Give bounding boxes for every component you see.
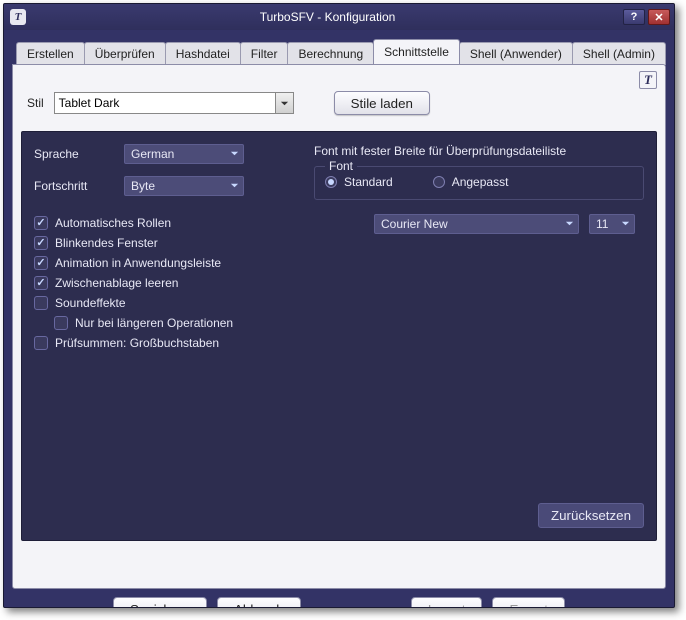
- style-label: Stil: [27, 96, 44, 110]
- help-button[interactable]: ?: [623, 9, 645, 25]
- check-label: Prüfsummen: Großbuchstaben: [55, 336, 219, 350]
- radio-standard[interactable]: Standard: [325, 175, 393, 189]
- font-size-combo[interactable]: 11: [589, 214, 635, 234]
- chevron-down-icon: [230, 179, 239, 193]
- checkbox-icon: [54, 316, 68, 330]
- radio-label: Standard: [344, 175, 393, 189]
- check-label: Zwischenablage leeren: [55, 276, 178, 290]
- check-label: Animation in Anwendungsleiste: [55, 256, 221, 270]
- chevron-down-icon: [275, 93, 293, 113]
- reset-button[interactable]: Zurücksetzen: [538, 503, 644, 528]
- close-button[interactable]: ✕: [648, 9, 670, 25]
- check-auto-scroll[interactable]: Automatisches Rollen: [34, 216, 304, 230]
- tab-panel: T Stil Tablet Dark Stile laden Sprache: [12, 64, 666, 589]
- tabstrip: Erstellen Überprüfen Hashdatei Filter Be…: [12, 38, 666, 64]
- language-label: Sprache: [34, 147, 124, 161]
- progress-label: Fortschritt: [34, 179, 124, 193]
- check-sound-effects[interactable]: Soundeffekte: [34, 296, 304, 310]
- tab-ueberpruefen[interactable]: Überprüfen: [84, 42, 166, 65]
- radio-label: Angepasst: [452, 175, 509, 189]
- export-button[interactable]: Export: [492, 597, 565, 608]
- tab-filter[interactable]: Filter: [240, 42, 289, 65]
- check-uppercase[interactable]: Prüfsummen: Großbuchstaben: [34, 336, 304, 350]
- tab-shell-admin[interactable]: Shell (Admin): [572, 42, 666, 65]
- tab-schnittstelle[interactable]: Schnittstelle: [373, 39, 460, 64]
- window-title: TurboSFV - Konfiguration: [32, 10, 623, 24]
- checkbox-icon: [34, 296, 48, 310]
- style-preview-icon[interactable]: T: [639, 71, 657, 89]
- checkbox-icon: [34, 336, 48, 350]
- checkbox-icon: [34, 216, 48, 230]
- language-combo-value: German: [131, 147, 174, 161]
- tab-hashdatei[interactable]: Hashdatei: [165, 42, 241, 65]
- radio-custom[interactable]: Angepasst: [433, 175, 509, 189]
- style-combo[interactable]: Tablet Dark: [54, 92, 294, 114]
- progress-combo-value: Byte: [131, 179, 155, 193]
- check-blink-window[interactable]: Blinkendes Fenster: [34, 236, 304, 250]
- style-combo-value: Tablet Dark: [59, 96, 120, 110]
- checkbox-icon: [34, 236, 48, 250]
- radio-icon: [325, 176, 337, 188]
- check-taskbar-anim[interactable]: Animation in Anwendungsleiste: [34, 256, 304, 270]
- check-label: Soundeffekte: [55, 296, 126, 310]
- titlebar: T TurboSFV - Konfiguration ? ✕: [4, 4, 674, 30]
- check-label: Blinkendes Fenster: [55, 236, 158, 250]
- check-label: Nur bei längeren Operationen: [75, 316, 233, 330]
- app-icon: T: [10, 9, 26, 25]
- import-button[interactable]: Import: [411, 597, 483, 608]
- font-name-combo[interactable]: Courier New: [374, 214, 579, 234]
- font-section-title: Font mit fester Breite für Überprüfungsd…: [314, 144, 644, 158]
- cancel-button[interactable]: Abbruch: [217, 597, 301, 608]
- font-size-value: 11: [596, 217, 608, 231]
- chevron-down-icon: [565, 217, 574, 231]
- checkbox-icon: [34, 276, 48, 290]
- check-clear-clipboard[interactable]: Zwischenablage leeren: [34, 276, 304, 290]
- tab-shell-anwender[interactable]: Shell (Anwender): [459, 42, 573, 65]
- checkbox-icon: [34, 256, 48, 270]
- chevron-down-icon: [621, 217, 630, 231]
- save-button[interactable]: Speichern: [113, 597, 207, 608]
- progress-combo[interactable]: Byte: [124, 176, 244, 196]
- checkbox-list: Automatisches Rollen Blinkendes Fenster …: [34, 216, 304, 350]
- check-only-long-ops[interactable]: Nur bei längeren Operationen: [54, 316, 304, 330]
- font-name-value: Courier New: [381, 217, 448, 231]
- radio-icon: [433, 176, 445, 188]
- settings-panel: Sprache German Fortschritt Byte: [21, 131, 657, 541]
- check-label: Automatisches Rollen: [55, 216, 171, 230]
- load-styles-button[interactable]: Stile laden: [334, 91, 430, 115]
- tab-erstellen[interactable]: Erstellen: [16, 42, 85, 65]
- tab-berechnung[interactable]: Berechnung: [287, 42, 374, 65]
- config-window: T TurboSFV - Konfiguration ? ✕ Erstellen…: [3, 3, 675, 608]
- chevron-down-icon: [230, 147, 239, 161]
- font-fieldset-legend: Font: [325, 159, 357, 173]
- language-combo[interactable]: German: [124, 144, 244, 164]
- font-fieldset: Font Standard Angepasst: [314, 166, 644, 200]
- bottom-button-row: Speichern Abbruch Import Export: [12, 589, 666, 608]
